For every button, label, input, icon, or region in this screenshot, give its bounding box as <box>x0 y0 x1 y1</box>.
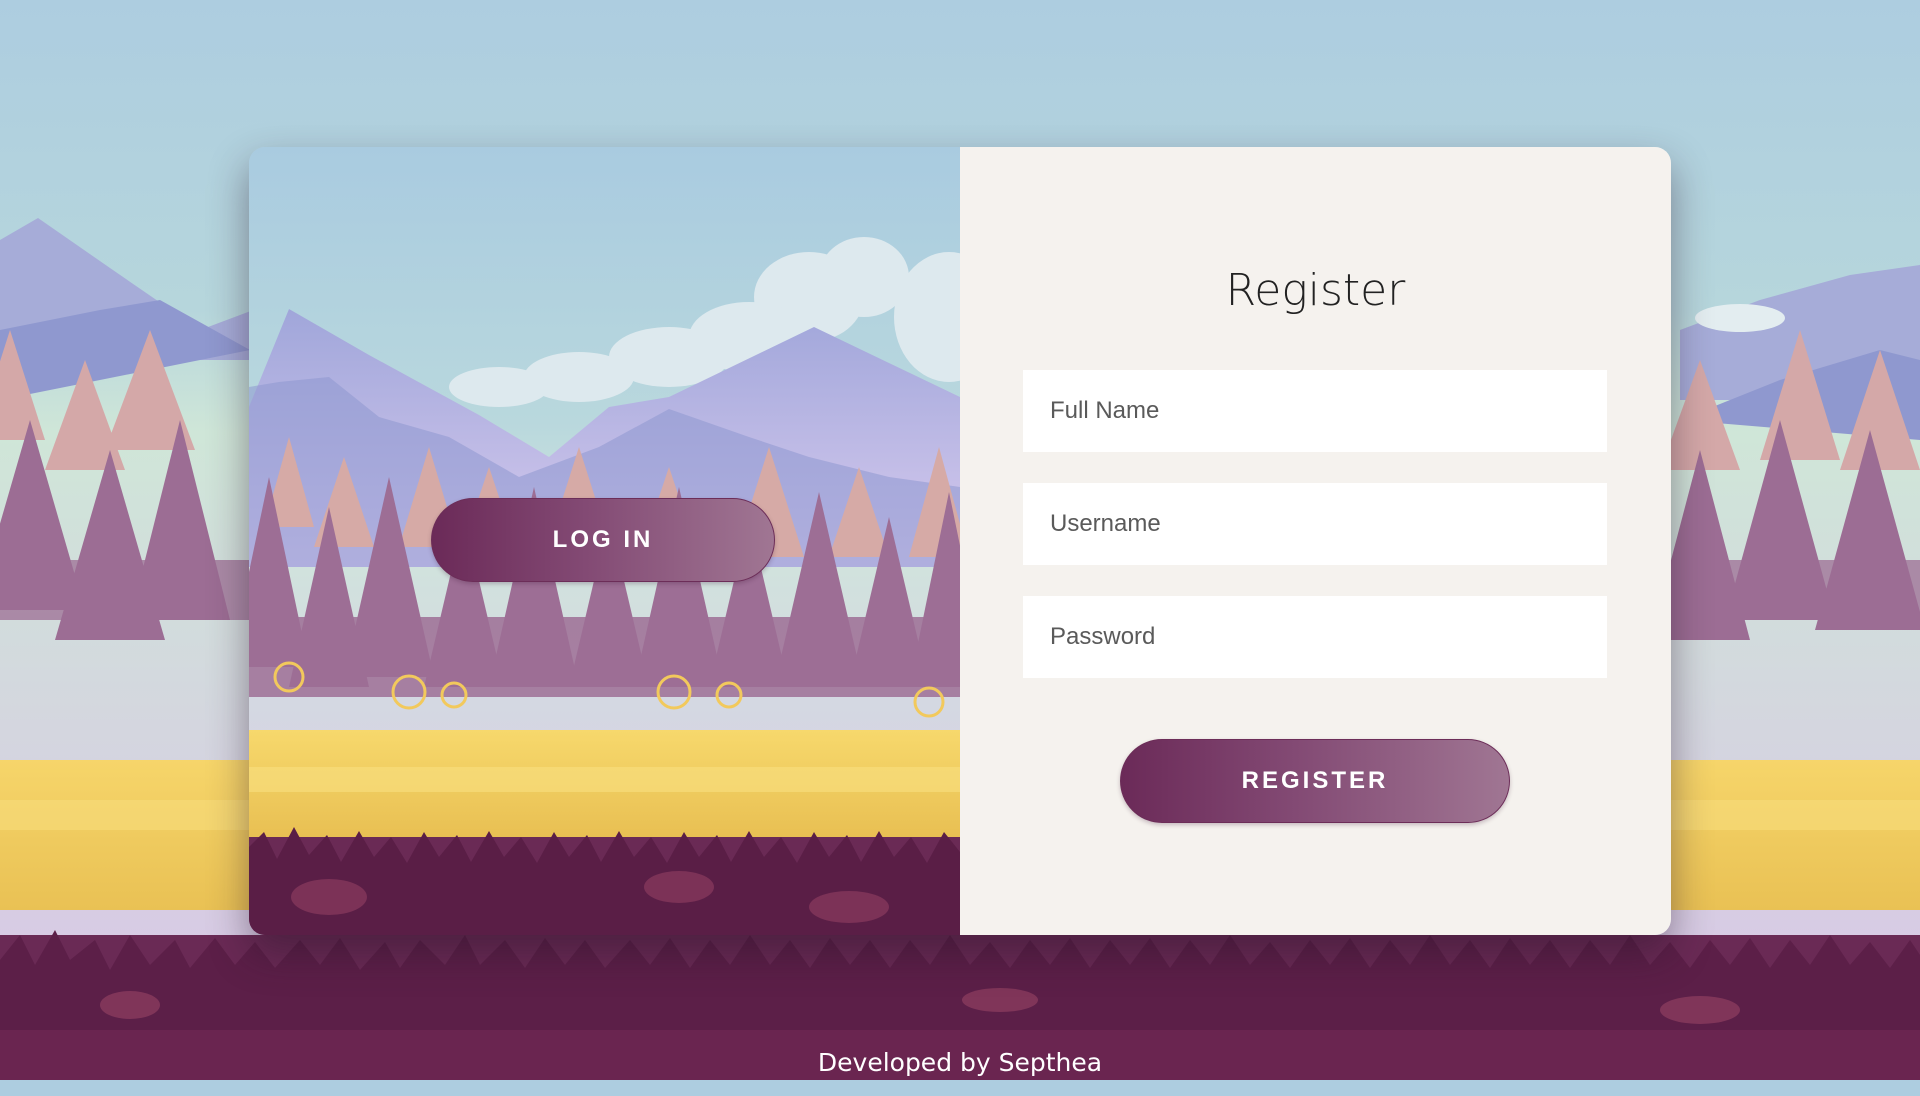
register-title: Register <box>1225 265 1406 316</box>
username-input[interactable] <box>1023 483 1607 565</box>
register-panel: Register REGISTER <box>960 147 1671 935</box>
register-button[interactable]: REGISTER <box>1120 739 1510 823</box>
footer: Developed by Septhea <box>0 1030 1920 1080</box>
auth-card: LOG IN Register REGISTER <box>249 147 1671 935</box>
login-panel: LOG IN <box>249 147 960 935</box>
password-input[interactable] <box>1023 596 1607 678</box>
login-button[interactable]: LOG IN <box>431 498 775 582</box>
footer-credit: Developed by Septhea <box>817 1048 1103 1077</box>
register-button-label: REGISTER <box>1241 767 1389 794</box>
full-name-input[interactable] <box>1023 370 1607 452</box>
login-button-label: LOG IN <box>552 526 654 553</box>
